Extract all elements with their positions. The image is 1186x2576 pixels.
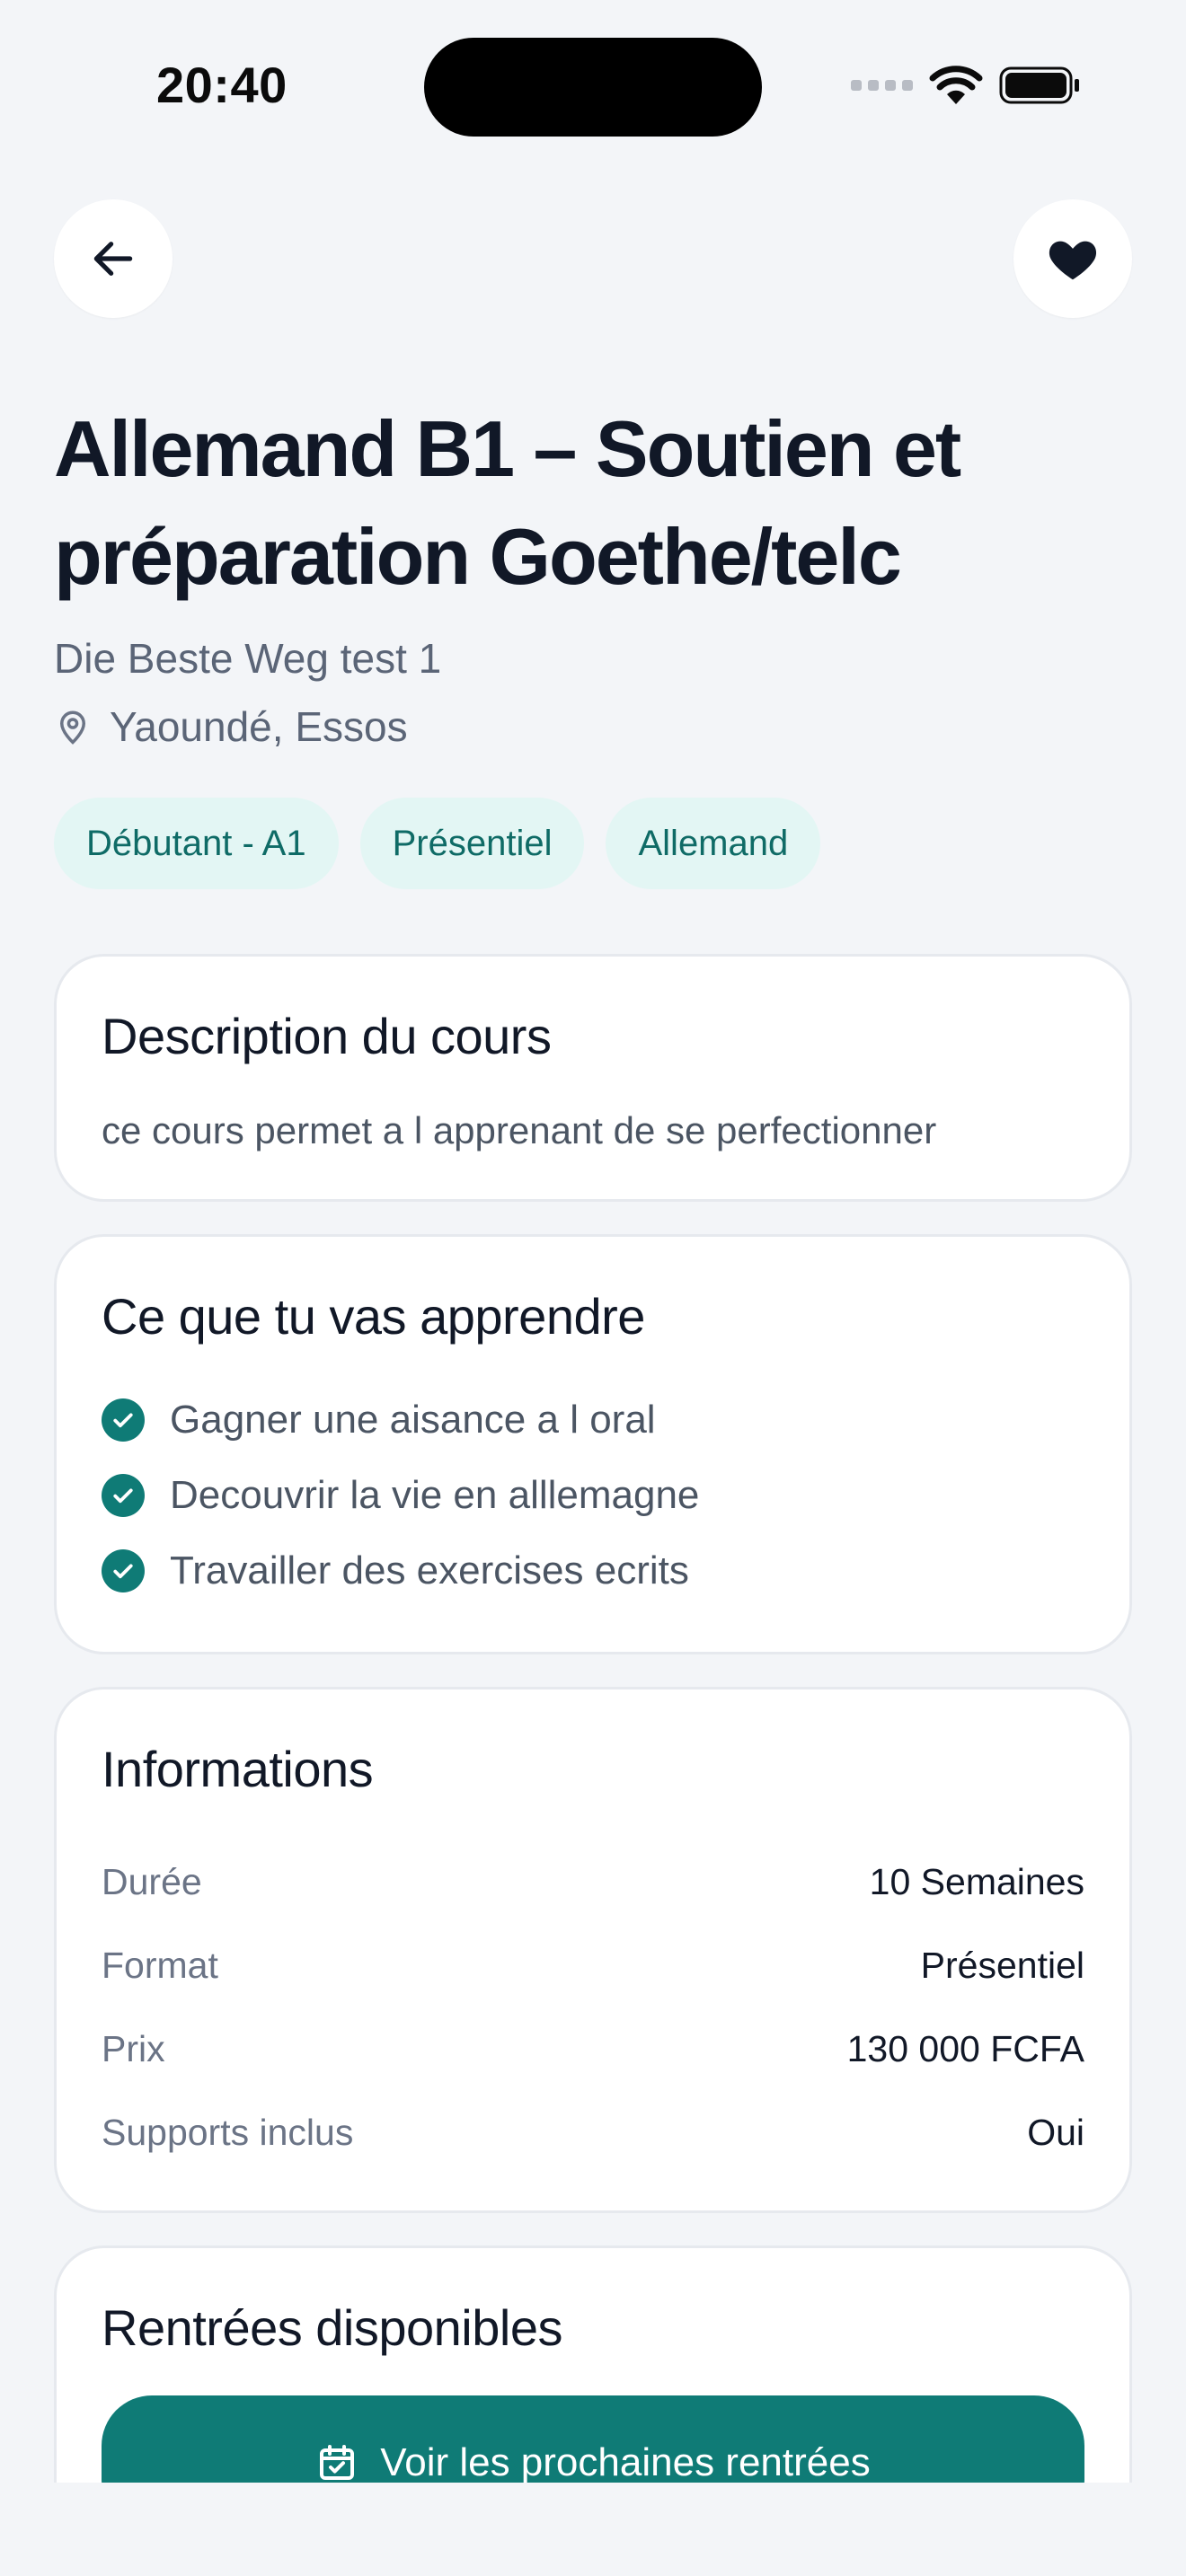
- info-value: Oui: [1027, 2112, 1084, 2153]
- info-value: 130 000 FCFA: [846, 2028, 1084, 2069]
- description-card: Description du cours ce cours permet a l…: [54, 954, 1132, 1202]
- info-row-format: Format Présentiel: [102, 1924, 1084, 2007]
- information-list: Durée 10 Semaines Format Présentiel Prix…: [102, 1840, 1084, 2175]
- info-row-materials: Supports inclus Oui: [102, 2091, 1084, 2175]
- arrow-left-icon: [93, 242, 133, 276]
- check-circle-icon: [102, 1474, 145, 1517]
- info-value: 10 Semaines: [869, 1861, 1084, 1902]
- list-item: Decouvrir la vie en alllemagne: [102, 1458, 699, 1533]
- list-item-label: Travailler des exercises ecrits: [170, 1548, 689, 1592]
- calendar-check-icon: [320, 2445, 355, 2480]
- check-circle-icon: [102, 1549, 145, 1592]
- description-text: ce cours permet a l apprenant de se perf…: [102, 1109, 937, 1151]
- info-label: Format: [102, 1945, 218, 1986]
- location-text: Yaoundé, Essos: [110, 703, 408, 750]
- battery-icon: [999, 66, 1079, 104]
- learning-outcomes-title: Ce que tu vas apprendre: [102, 1288, 645, 1345]
- info-label: Supports inclus: [102, 2112, 354, 2153]
- info-label: Durée: [102, 1861, 202, 1902]
- tag-language: Allemand: [606, 798, 821, 889]
- wifi-icon: [929, 66, 983, 104]
- list-item: Gagner une aisance a l oral: [102, 1382, 699, 1458]
- info-row-duration: Durée 10 Semaines: [102, 1840, 1084, 1924]
- view-intakes-label: Voir les prochaines rentrées: [380, 2440, 871, 2484]
- information-title: Informations: [102, 1741, 374, 1797]
- favorite-button[interactable]: [1013, 199, 1132, 318]
- course-title: Allemand B1 – Soutien et préparation Goe…: [54, 404, 961, 601]
- back-button[interactable]: [54, 199, 173, 318]
- intakes-title: Rentrées disponibles: [102, 2299, 562, 2356]
- cellular-signal-icon: [851, 80, 913, 91]
- status-time: 20:40: [156, 57, 288, 113]
- info-row-price: Prix 130 000 FCFA: [102, 2007, 1084, 2091]
- location: Yaoundé, Essos: [54, 702, 408, 751]
- dynamic-island: [424, 38, 762, 137]
- information-card: Informations Durée 10 Semaines Format Pr…: [54, 1687, 1132, 2213]
- list-item-label: Decouvrir la vie en alllemagne: [170, 1473, 700, 1517]
- bottom-safe-area: [0, 2483, 1186, 2576]
- list-item: Travailler des exercises ecrits: [102, 1533, 699, 1609]
- status-icons: [851, 65, 1082, 106]
- tag-list: Débutant - A1 Présentiel Allemand: [54, 798, 821, 889]
- description-title: Description du cours: [102, 1008, 552, 1064]
- course-detail-screen: 20:40 Allemand B1 – Soutien et préparati…: [0, 0, 1186, 2576]
- check-circle-icon: [102, 1398, 145, 1442]
- info-value: Présentiel: [920, 1945, 1084, 1986]
- provider-name: Die Beste Weg test 1: [54, 635, 442, 682]
- heart-icon: [1049, 241, 1097, 280]
- learning-outcomes-card: Ce que tu vas apprendre Gagner une aisan…: [54, 1234, 1132, 1654]
- list-item-label: Gagner une aisance a l oral: [170, 1398, 656, 1442]
- learning-outcomes-list: Gagner une aisance a l oral Decouvrir la…: [102, 1382, 699, 1609]
- tag-level: Débutant - A1: [54, 798, 339, 889]
- map-pin-icon: [59, 710, 86, 745]
- tag-format: Présentiel: [359, 798, 585, 889]
- info-label: Prix: [102, 2028, 165, 2069]
